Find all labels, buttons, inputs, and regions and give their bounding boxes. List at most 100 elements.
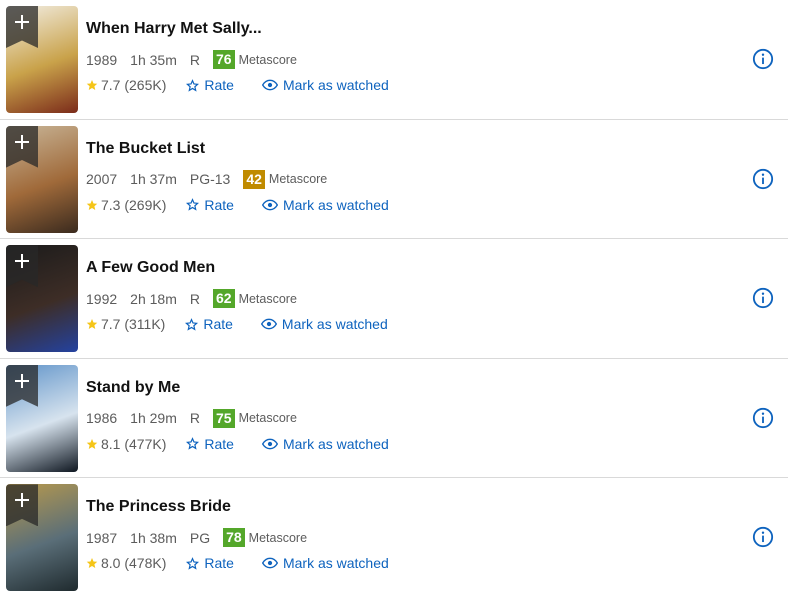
imdb-rating: 8.1 (477K)	[86, 436, 166, 452]
runtime: 1h 29m	[130, 410, 177, 427]
vote-count: (478K)	[124, 555, 167, 572]
info-icon[interactable]	[752, 287, 774, 309]
movie-actions: 8.1 (477K) Rate Mark as watched	[86, 436, 417, 452]
star-icon	[86, 438, 98, 449]
rating-value: 8.0	[101, 555, 121, 572]
mark-as-watched-button[interactable]: Mark as watched	[261, 555, 389, 571]
add-to-watchlist-button[interactable]	[6, 364, 38, 407]
movie-title[interactable]: The Princess Bride	[86, 498, 231, 516]
add-to-watchlist-button[interactable]	[6, 6, 38, 48]
rate-label: Rate	[203, 316, 233, 333]
release-year: 1987	[86, 529, 118, 546]
list-item: When Harry Met Sally... 1989 1h 35m R 76…	[0, 0, 788, 120]
star-outline-icon	[186, 557, 200, 570]
mark-as-watched-label: Mark as watched	[282, 196, 389, 213]
certificate: R	[189, 290, 200, 307]
certificate: PG	[189, 529, 211, 546]
metascore-label: Metascore	[248, 530, 308, 545]
release-year: 2007	[86, 171, 118, 188]
runtime: 2h 18m	[130, 290, 177, 307]
rate-button[interactable]: Rate	[186, 77, 234, 93]
poster-image[interactable]	[6, 125, 78, 233]
mark-as-watched-button[interactable]: Mark as watched	[260, 316, 388, 332]
movie-list: When Harry Met Sally... 1989 1h 35m R 76…	[0, 0, 790, 598]
rate-label: Rate	[204, 77, 234, 93]
poster-image[interactable]	[6, 245, 78, 353]
imdb-rating: 7.7 (311K)	[86, 316, 165, 332]
metascore-badge: 75	[212, 408, 235, 428]
movie-actions: 8.0 (478K) Rate Mark as watched	[86, 555, 417, 571]
star-outline-icon	[185, 317, 199, 331]
rating-value: 7.7	[101, 77, 121, 93]
movie-metadata: 2007 1h 37m PG-13 42 Metascore	[86, 169, 327, 189]
vote-count: (265K)	[124, 77, 167, 93]
release-year: 1992	[86, 290, 118, 307]
rate-label: Rate	[204, 196, 234, 213]
mark-as-watched-button[interactable]: Mark as watched	[261, 435, 389, 452]
info-icon[interactable]	[752, 168, 774, 190]
star-icon	[86, 558, 98, 569]
certificate: PG-13	[189, 171, 231, 188]
add-to-watchlist-button[interactable]	[6, 484, 38, 527]
poster-image[interactable]	[6, 6, 78, 113]
movie-metadata: 1992 2h 18m R 62 Metascore	[86, 289, 297, 309]
rate-button[interactable]: Rate	[185, 316, 233, 332]
vote-count: (311K)	[124, 316, 166, 333]
movie-actions: 7.7 (265K) Rate Mark as watched	[86, 77, 417, 93]
eye-icon	[261, 438, 278, 450]
movie-title[interactable]: Stand by Me	[86, 379, 180, 397]
mark-as-watched-label: Mark as watched	[282, 77, 389, 93]
rate-button[interactable]: Rate	[186, 197, 234, 213]
rate-label: Rate	[204, 555, 234, 572]
star-outline-icon	[186, 437, 200, 450]
mark-as-watched-button[interactable]: Mark as watched	[261, 77, 389, 93]
add-to-watchlist-button[interactable]	[6, 245, 38, 288]
star-outline-icon	[186, 78, 200, 92]
rating-value: 7.3	[101, 196, 121, 213]
star-icon	[86, 199, 98, 210]
movie-title[interactable]: A Few Good Men	[86, 259, 215, 277]
imdb-rating: 7.7 (265K)	[86, 77, 166, 93]
rate-button[interactable]: Rate	[186, 555, 234, 571]
rating-value: 7.7	[101, 316, 121, 333]
eye-icon	[261, 79, 278, 91]
list-item: A Few Good Men 1992 2h 18m R 62 Metascor…	[0, 239, 788, 359]
runtime: 1h 37m	[130, 171, 177, 188]
movie-metadata: 1987 1h 38m PG 78 Metascore	[86, 528, 308, 548]
release-year: 1989	[86, 51, 118, 68]
rate-button[interactable]: Rate	[186, 436, 234, 452]
movie-actions: 7.7 (311K) Rate Mark as watched	[86, 316, 416, 332]
poster-image[interactable]	[6, 484, 78, 592]
info-icon[interactable]	[752, 407, 774, 429]
metascore-label: Metascore	[238, 291, 297, 306]
poster-image[interactable]	[6, 364, 78, 472]
metascore-badge: 78	[223, 528, 245, 548]
metascore-badge: 62	[212, 289, 235, 309]
list-item: The Princess Bride 1987 1h 38m PG 78 Met…	[0, 478, 788, 598]
runtime: 1h 38m	[130, 529, 177, 546]
movie-metadata: 1986 1h 29m R 75 Metascore	[86, 408, 297, 428]
star-outline-icon	[186, 198, 200, 211]
eye-icon	[260, 318, 277, 330]
mark-as-watched-button[interactable]: Mark as watched	[261, 196, 389, 213]
add-to-watchlist-button[interactable]	[6, 125, 38, 168]
movie-metadata: 1989 1h 35m R 76 Metascore	[86, 50, 297, 69]
list-item: The Bucket List 2007 1h 37m PG-13 42 Met…	[0, 120, 788, 240]
vote-count: (477K)	[124, 435, 167, 452]
eye-icon	[261, 199, 278, 210]
metascore-badge: 76	[212, 50, 235, 69]
star-icon	[86, 80, 98, 90]
certificate: R	[189, 51, 200, 68]
rating-value: 8.1	[101, 435, 121, 452]
certificate: R	[189, 410, 200, 427]
rate-label: Rate	[204, 435, 234, 452]
release-year: 1986	[86, 410, 118, 427]
mark-as-watched-label: Mark as watched	[282, 435, 389, 452]
movie-title[interactable]: The Bucket List	[86, 140, 205, 158]
info-icon[interactable]	[752, 48, 774, 70]
eye-icon	[261, 558, 278, 569]
star-icon	[86, 319, 98, 330]
info-icon[interactable]	[752, 526, 774, 548]
imdb-rating: 8.0 (478K)	[86, 555, 166, 571]
movie-title[interactable]: When Harry Met Sally...	[86, 20, 262, 38]
